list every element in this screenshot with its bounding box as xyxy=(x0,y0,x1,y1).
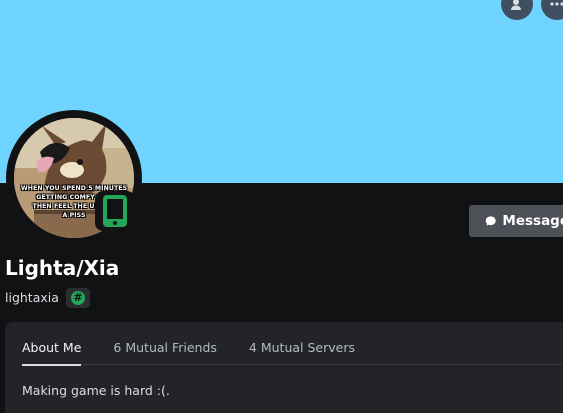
display-name: Lighta/Xia xyxy=(5,256,120,280)
add-friend-icon xyxy=(511,0,521,10)
mobile-status-indicator xyxy=(95,191,135,231)
chat-bubble-icon xyxy=(485,216,496,226)
message-button-label: Message xyxy=(502,213,563,229)
tab-about-me[interactable]: About Me xyxy=(22,340,82,366)
username[interactable]: lightaxia xyxy=(5,290,59,305)
mobile-phone-icon xyxy=(103,195,127,227)
tab-mutual-servers[interactable]: 4 Mutual Servers xyxy=(249,340,355,365)
profile-tabs: About Me 6 Mutual Friends 4 Mutual Serve… xyxy=(22,340,562,366)
badge-icon: # xyxy=(71,291,85,305)
hypesquad-badge[interactable]: # xyxy=(66,288,90,308)
message-button[interactable]: Message xyxy=(469,205,563,237)
more-icon xyxy=(550,2,563,6)
tab-mutual-friends[interactable]: 6 Mutual Friends xyxy=(113,340,217,365)
about-me-text: Making game is hard :(. xyxy=(22,383,170,398)
profile-panel: About Me 6 Mutual Friends 4 Mutual Serve… xyxy=(5,322,563,413)
